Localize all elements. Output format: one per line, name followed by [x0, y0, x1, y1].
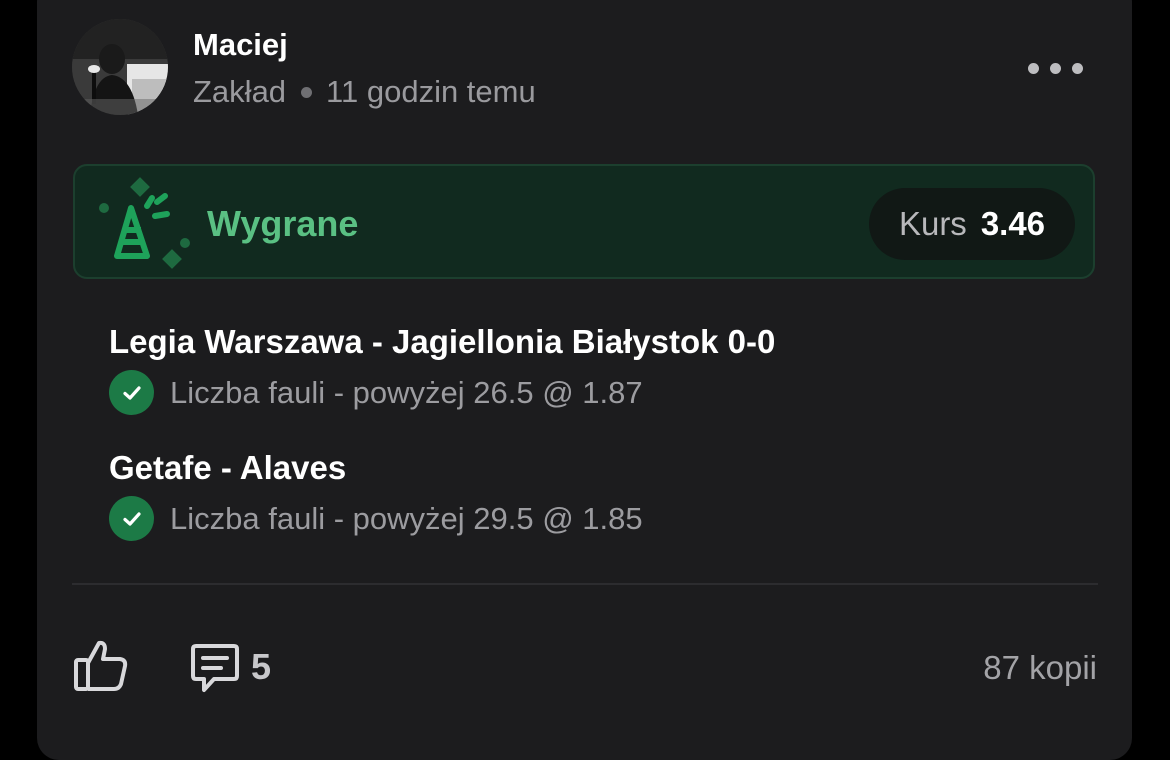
avatar-photo [72, 19, 168, 115]
like-button[interactable] [72, 638, 130, 694]
avatar[interactable] [72, 19, 168, 115]
match-title: Legia Warszawa - Jagiellonia Białystok 0… [109, 323, 776, 360]
check-icon [109, 370, 154, 415]
odds-pill: Kurs 3.46 [869, 188, 1075, 260]
check-icon [109, 496, 154, 541]
bet-description: Liczba fauli - powyżej 29.5 @ 1.85 [170, 500, 643, 536]
divider [72, 583, 1098, 585]
result-status: Wygrane [207, 203, 359, 244]
odds-value: 3.46 [980, 205, 1046, 242]
post-type: Zakład [193, 74, 287, 109]
bet-description: Liczba fauli - powyżej 26.5 @ 1.87 [170, 374, 643, 410]
bet-line: Liczba fauli - powyżej 26.5 @ 1.87 [109, 370, 643, 415]
comment-icon [191, 644, 239, 692]
bet-line: Liczba fauli - powyżej 29.5 @ 1.85 [109, 496, 643, 541]
author-name[interactable]: Maciej [193, 27, 288, 63]
match-title: Getafe - Alaves [109, 449, 347, 486]
result-banner: Wygrane Kurs 3.46 [73, 164, 1095, 279]
thumbs-up-icon [74, 640, 128, 691]
separator-dot [301, 86, 313, 98]
odds-label: Kurs [898, 205, 967, 242]
post-meta: Zakład 11 godzin temu [193, 73, 536, 111]
post-time: 11 godzin temu [326, 74, 536, 109]
comment-button[interactable] [188, 640, 242, 696]
copies-count[interactable]: 87 kopii [900, 648, 1097, 688]
more-dots-icon [1028, 62, 1039, 74]
comment-count[interactable]: 5 [251, 646, 271, 688]
party-popper-icon [99, 177, 190, 269]
more-options-button[interactable] [1028, 58, 1098, 78]
